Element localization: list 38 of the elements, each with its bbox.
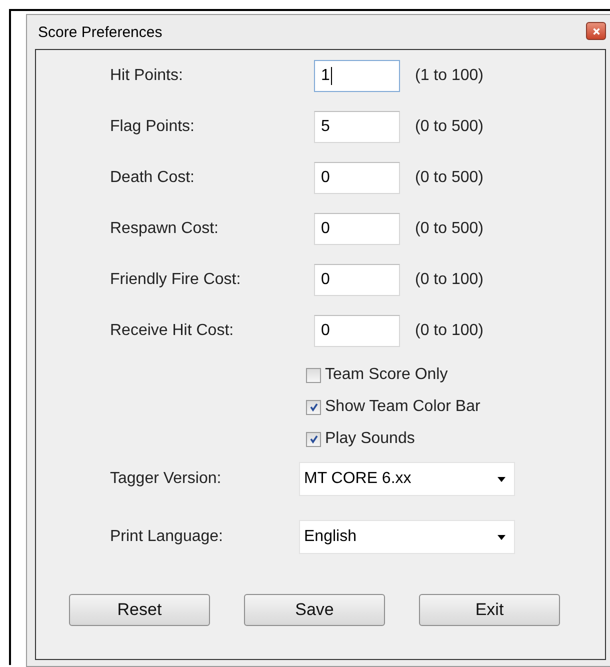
input-field[interactable]: 0	[314, 213, 400, 245]
dropdown-label: Print Language:	[110, 528, 224, 546]
dropdown-arrow-icon	[497, 476, 506, 482]
range-hint: (0 to 500)	[415, 118, 484, 136]
range-hint: (0 to 100)	[415, 322, 484, 340]
range-hint: (0 to 500)	[415, 220, 484, 238]
checkmark-icon	[308, 434, 318, 444]
range-hint: (1 to 100)	[415, 67, 484, 85]
input-field[interactable]: 1	[314, 60, 400, 92]
checkbox[interactable]	[306, 432, 321, 446]
window-title: Score Preferences	[38, 24, 162, 40]
dialog-button[interactable]: Save	[244, 594, 385, 626]
input-field[interactable]: 0	[314, 162, 400, 194]
dropdown[interactable]: MT CORE 6.xx	[299, 462, 515, 496]
checkmark-icon	[308, 402, 318, 412]
field-label: Flag Points:	[110, 118, 196, 136]
range-hint: (0 to 500)	[415, 169, 484, 187]
dropdown-arrow-icon	[497, 534, 506, 540]
checkbox-label[interactable]: Play Sounds	[325, 430, 415, 448]
checkbox-label[interactable]: Show Team Color Bar	[325, 398, 480, 416]
checkbox-label[interactable]: Team Score Only	[325, 366, 448, 384]
close-icon	[592, 26, 600, 36]
dropdown[interactable]: English	[299, 520, 515, 554]
input-field[interactable]: 5	[314, 111, 400, 143]
field-label: Respawn Cost:	[110, 220, 220, 238]
range-hint: (0 to 100)	[415, 271, 484, 289]
input-field[interactable]: 0	[314, 315, 400, 347]
checkbox[interactable]	[306, 400, 321, 414]
field-label: Receive Hit Cost:	[110, 322, 235, 340]
close-button[interactable]	[586, 22, 606, 40]
input-field[interactable]: 0	[314, 264, 400, 296]
dialog-button[interactable]: Exit	[419, 594, 560, 626]
dropdown-label: Tagger Version:	[110, 470, 222, 488]
checkbox[interactable]	[306, 368, 321, 382]
field-label: Hit Points:	[110, 67, 184, 85]
field-label: Friendly Fire Cost:	[110, 271, 242, 289]
field-label: Death Cost:	[110, 169, 196, 187]
dialog-button[interactable]: Reset	[69, 594, 210, 626]
